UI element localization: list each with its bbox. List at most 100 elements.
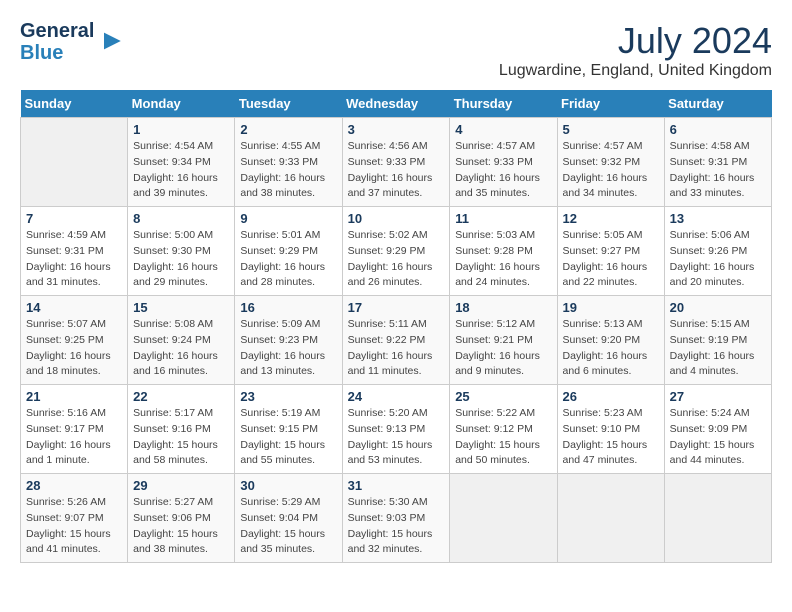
day-info: Sunrise: 5:22 AM Sunset: 9:12 PM Dayligh… (455, 406, 551, 469)
day-number: 10 (348, 211, 445, 226)
calendar-cell: 22 Sunrise: 5:17 AM Sunset: 9:16 PM Dayli… (128, 385, 235, 474)
day-info: Sunrise: 5:03 AM Sunset: 9:28 PM Dayligh… (455, 228, 551, 291)
calendar-cell: 26 Sunrise: 5:23 AM Sunset: 9:10 PM Dayli… (557, 385, 664, 474)
day-info: Sunrise: 4:54 AM Sunset: 9:34 PM Dayligh… (133, 139, 229, 202)
calendar-cell: 25 Sunrise: 5:22 AM Sunset: 9:12 PM Dayli… (450, 385, 557, 474)
day-info: Sunrise: 5:08 AM Sunset: 9:24 PM Dayligh… (133, 317, 229, 380)
day-info: Sunrise: 5:24 AM Sunset: 9:09 PM Dayligh… (670, 406, 766, 469)
day-number: 14 (26, 300, 122, 315)
calendar-cell: 1 Sunrise: 4:54 AM Sunset: 9:34 PM Daylig… (128, 118, 235, 207)
day-info: Sunrise: 4:57 AM Sunset: 9:32 PM Dayligh… (563, 139, 659, 202)
day-info: Sunrise: 5:30 AM Sunset: 9:03 PM Dayligh… (348, 495, 445, 558)
day-info: Sunrise: 5:05 AM Sunset: 9:27 PM Dayligh… (563, 228, 659, 291)
day-number: 13 (670, 211, 766, 226)
calendar-body: 1 Sunrise: 4:54 AM Sunset: 9:34 PM Daylig… (21, 118, 772, 563)
day-number: 22 (133, 389, 229, 404)
day-info: Sunrise: 5:26 AM Sunset: 9:07 PM Dayligh… (26, 495, 122, 558)
day-info: Sunrise: 5:29 AM Sunset: 9:04 PM Dayligh… (240, 495, 336, 558)
day-info: Sunrise: 5:20 AM Sunset: 9:13 PM Dayligh… (348, 406, 445, 469)
day-number: 1 (133, 122, 229, 137)
location-text: Lugwardine, England, United Kingdom (499, 62, 772, 80)
day-number: 7 (26, 211, 122, 226)
day-info: Sunrise: 4:56 AM Sunset: 9:33 PM Dayligh… (348, 139, 445, 202)
day-number: 30 (240, 478, 336, 493)
calendar-cell: 14 Sunrise: 5:07 AM Sunset: 9:25 PM Dayli… (21, 296, 128, 385)
day-number: 19 (563, 300, 659, 315)
month-year-title: July 2024 (499, 20, 772, 62)
logo-line2: Blue (20, 42, 94, 64)
calendar-cell: 7 Sunrise: 4:59 AM Sunset: 9:31 PM Daylig… (21, 207, 128, 296)
day-info: Sunrise: 5:23 AM Sunset: 9:10 PM Dayligh… (563, 406, 659, 469)
day-number: 23 (240, 389, 336, 404)
calendar-table: SundayMondayTuesdayWednesdayThursdayFrid… (20, 90, 772, 563)
calendar-cell: 24 Sunrise: 5:20 AM Sunset: 9:13 PM Dayli… (342, 385, 450, 474)
logo-line1: General (20, 20, 94, 42)
day-number: 26 (563, 389, 659, 404)
day-number: 2 (240, 122, 336, 137)
day-number: 28 (26, 478, 122, 493)
calendar-cell: 5 Sunrise: 4:57 AM Sunset: 9:32 PM Daylig… (557, 118, 664, 207)
calendar-header: SundayMondayTuesdayWednesdayThursdayFrid… (21, 90, 772, 118)
calendar-cell: 10Sunrise: 5:02 AM Sunset: 9:29 PM Dayli… (342, 207, 450, 296)
day-number: 16 (240, 300, 336, 315)
day-info: Sunrise: 5:13 AM Sunset: 9:20 PM Dayligh… (563, 317, 659, 380)
calendar-cell: 6 Sunrise: 4:58 AM Sunset: 9:31 PM Daylig… (664, 118, 771, 207)
day-info: Sunrise: 5:09 AM Sunset: 9:23 PM Dayligh… (240, 317, 336, 380)
page-header: General Blue ► July 2024 Lugwardine, Eng… (20, 20, 772, 80)
calendar-cell (557, 474, 664, 563)
day-info: Sunrise: 5:11 AM Sunset: 9:22 PM Dayligh… (348, 317, 445, 380)
calendar-cell: 31 Sunrise: 5:30 AM Sunset: 9:03 PM Dayli… (342, 474, 450, 563)
weekday-header-thursday: Thursday (450, 90, 557, 118)
day-number: 21 (26, 389, 122, 404)
day-number: 29 (133, 478, 229, 493)
day-info: Sunrise: 5:00 AM Sunset: 9:30 PM Dayligh… (133, 228, 229, 291)
day-info: Sunrise: 4:58 AM Sunset: 9:31 PM Dayligh… (670, 139, 766, 202)
calendar-cell: 3 Sunrise: 4:56 AM Sunset: 9:33 PM Daylig… (342, 118, 450, 207)
day-number: 31 (348, 478, 445, 493)
weekday-header-sunday: Sunday (21, 90, 128, 118)
calendar-cell: 16 Sunrise: 5:09 AM Sunset: 9:23 PM Dayli… (235, 296, 342, 385)
weekday-header-tuesday: Tuesday (235, 90, 342, 118)
logo: General Blue ► (20, 20, 126, 64)
calendar-cell: 12Sunrise: 5:05 AM Sunset: 9:27 PM Dayli… (557, 207, 664, 296)
day-number: 5 (563, 122, 659, 137)
calendar-cell (21, 118, 128, 207)
day-number: 6 (670, 122, 766, 137)
day-info: Sunrise: 5:01 AM Sunset: 9:29 PM Dayligh… (240, 228, 336, 291)
calendar-cell: 29 Sunrise: 5:27 AM Sunset: 9:06 PM Dayli… (128, 474, 235, 563)
calendar-cell: 20 Sunrise: 5:15 AM Sunset: 9:19 PM Dayli… (664, 296, 771, 385)
calendar-cell: 21Sunrise: 5:16 AM Sunset: 9:17 PM Dayli… (21, 385, 128, 474)
day-info: Sunrise: 4:59 AM Sunset: 9:31 PM Dayligh… (26, 228, 122, 291)
calendar-week-row: 21Sunrise: 5:16 AM Sunset: 9:17 PM Dayli… (21, 385, 772, 474)
day-number: 20 (670, 300, 766, 315)
calendar-cell: 4 Sunrise: 4:57 AM Sunset: 9:33 PM Daylig… (450, 118, 557, 207)
day-number: 17 (348, 300, 445, 315)
day-info: Sunrise: 5:06 AM Sunset: 9:26 PM Dayligh… (670, 228, 766, 291)
weekday-header-friday: Friday (557, 90, 664, 118)
calendar-week-row: 1 Sunrise: 4:54 AM Sunset: 9:34 PM Daylig… (21, 118, 772, 207)
day-number: 4 (455, 122, 551, 137)
day-info: Sunrise: 4:57 AM Sunset: 9:33 PM Dayligh… (455, 139, 551, 202)
calendar-cell: 2Sunrise: 4:55 AM Sunset: 9:33 PM Daylig… (235, 118, 342, 207)
day-info: Sunrise: 5:27 AM Sunset: 9:06 PM Dayligh… (133, 495, 229, 558)
day-number: 18 (455, 300, 551, 315)
day-number: 24 (348, 389, 445, 404)
day-number: 27 (670, 389, 766, 404)
day-number: 25 (455, 389, 551, 404)
weekday-header-wednesday: Wednesday (342, 90, 450, 118)
calendar-cell: 15Sunrise: 5:08 AM Sunset: 9:24 PM Dayli… (128, 296, 235, 385)
day-info: Sunrise: 5:15 AM Sunset: 9:19 PM Dayligh… (670, 317, 766, 380)
day-info: Sunrise: 5:17 AM Sunset: 9:16 PM Dayligh… (133, 406, 229, 469)
calendar-cell: 9Sunrise: 5:01 AM Sunset: 9:29 PM Daylig… (235, 207, 342, 296)
day-number: 11 (455, 211, 551, 226)
day-number: 3 (348, 122, 445, 137)
calendar-cell: 27 Sunrise: 5:24 AM Sunset: 9:09 PM Dayli… (664, 385, 771, 474)
logo-arrow-icon: ► (98, 24, 126, 56)
day-info: Sunrise: 5:07 AM Sunset: 9:25 PM Dayligh… (26, 317, 122, 380)
day-number: 8 (133, 211, 229, 226)
calendar-cell: 19 Sunrise: 5:13 AM Sunset: 9:20 PM Dayli… (557, 296, 664, 385)
calendar-cell: 28 Sunrise: 5:26 AM Sunset: 9:07 PM Dayli… (21, 474, 128, 563)
calendar-cell (664, 474, 771, 563)
title-section: July 2024 Lugwardine, England, United Ki… (499, 20, 772, 80)
calendar-cell: 30 Sunrise: 5:29 AM Sunset: 9:04 PM Dayli… (235, 474, 342, 563)
